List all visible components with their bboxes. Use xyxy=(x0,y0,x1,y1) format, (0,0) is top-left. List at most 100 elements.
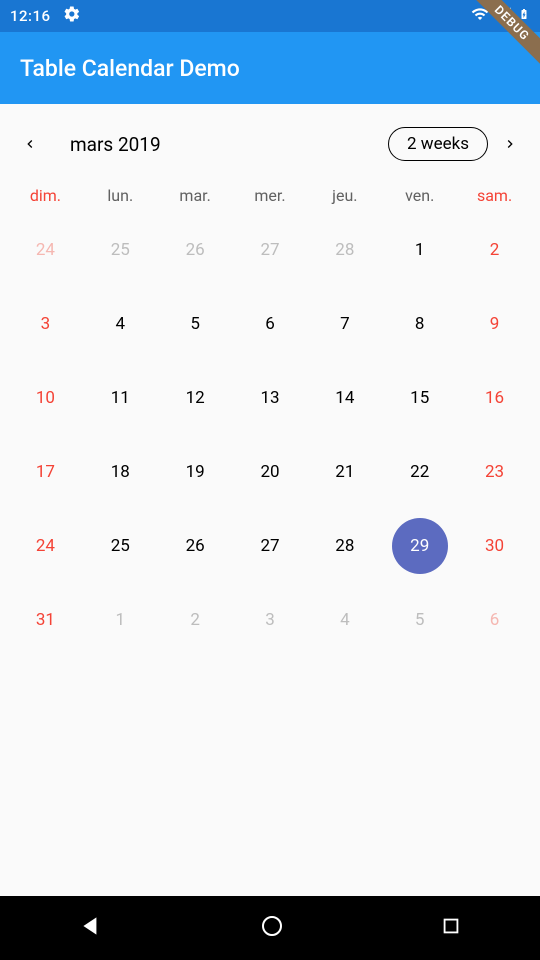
triangle-back-icon xyxy=(78,913,104,939)
chevron-left-icon xyxy=(22,136,38,152)
day-number: 26 xyxy=(186,240,205,260)
day-cell[interactable]: 5 xyxy=(158,287,233,361)
day-cell[interactable]: 13 xyxy=(233,361,308,435)
day-cell[interactable]: 11 xyxy=(83,361,158,435)
day-cell[interactable]: 16 xyxy=(457,361,532,435)
day-number: 15 xyxy=(410,388,429,408)
day-number: 2 xyxy=(190,610,200,630)
day-cell[interactable]: 6 xyxy=(457,583,532,657)
day-number: 2 xyxy=(490,240,500,260)
day-cell[interactable]: 28 xyxy=(307,509,382,583)
day-number: 12 xyxy=(186,388,205,408)
day-cell[interactable]: 3 xyxy=(8,287,83,361)
day-cell[interactable]: 4 xyxy=(83,287,158,361)
recent-apps-button[interactable] xyxy=(440,915,462,941)
day-cell[interactable]: 19 xyxy=(158,435,233,509)
day-cell[interactable]: 27 xyxy=(233,509,308,583)
day-number: 24 xyxy=(36,240,55,260)
day-cell[interactable]: 1 xyxy=(83,583,158,657)
day-number: 24 xyxy=(36,536,55,556)
day-cell[interactable]: 20 xyxy=(233,435,308,509)
day-number: 16 xyxy=(485,388,504,408)
day-cell[interactable]: 10 xyxy=(8,361,83,435)
weekday-label: dim. xyxy=(8,186,83,205)
day-number: 23 xyxy=(485,462,504,482)
day-cell[interactable]: 25 xyxy=(83,213,158,287)
weekday-label: mar. xyxy=(158,186,233,205)
square-recent-icon xyxy=(440,915,462,937)
weekday-label: jeu. xyxy=(307,186,382,205)
chevron-right-icon xyxy=(502,136,518,152)
day-number: 1 xyxy=(115,610,125,630)
day-cell[interactable]: 23 xyxy=(457,435,532,509)
day-cell[interactable]: 8 xyxy=(382,287,457,361)
day-cell[interactable]: 17 xyxy=(8,435,83,509)
day-number: 25 xyxy=(111,536,130,556)
gear-icon xyxy=(63,5,81,27)
day-number: 29 xyxy=(410,536,429,556)
day-number: 14 xyxy=(335,388,354,408)
prev-month-button[interactable] xyxy=(8,122,52,166)
day-cell[interactable]: 30 xyxy=(457,509,532,583)
day-number: 6 xyxy=(265,314,275,334)
day-cell[interactable]: 1 xyxy=(382,213,457,287)
weekday-row: dim.lun.mar.mer.jeu.ven.sam. xyxy=(0,178,540,213)
day-cell[interactable]: 7 xyxy=(307,287,382,361)
day-cell[interactable]: 28 xyxy=(307,213,382,287)
back-button[interactable] xyxy=(78,913,104,943)
day-number: 26 xyxy=(186,536,205,556)
day-number: 17 xyxy=(36,462,55,482)
day-number: 18 xyxy=(111,462,130,482)
battery-icon xyxy=(518,4,530,28)
day-number: 3 xyxy=(265,610,275,630)
day-cell[interactable]: 3 xyxy=(233,583,308,657)
next-month-button[interactable] xyxy=(488,122,532,166)
day-number: 28 xyxy=(335,536,354,556)
system-nav-bar xyxy=(0,896,540,960)
day-cell[interactable]: 14 xyxy=(307,361,382,435)
day-cell[interactable]: 29 xyxy=(382,509,457,583)
day-number: 28 xyxy=(335,240,354,260)
day-cell[interactable]: 2 xyxy=(457,213,532,287)
day-number: 11 xyxy=(111,388,130,408)
day-cell[interactable]: 27 xyxy=(233,213,308,287)
day-cell[interactable]: 5 xyxy=(382,583,457,657)
day-number: 3 xyxy=(41,314,51,334)
home-button[interactable] xyxy=(260,914,284,942)
day-cell[interactable]: 24 xyxy=(8,213,83,287)
day-cell[interactable]: 15 xyxy=(382,361,457,435)
day-number: 22 xyxy=(410,462,429,482)
app-title: Table Calendar Demo xyxy=(20,55,240,82)
month-title: mars 2019 xyxy=(70,133,161,156)
day-cell[interactable]: 24 xyxy=(8,509,83,583)
day-number: 27 xyxy=(260,536,279,556)
day-cell[interactable]: 31 xyxy=(8,583,83,657)
weekday-label: mer. xyxy=(233,186,308,205)
day-number: 10 xyxy=(36,388,55,408)
signal-icon xyxy=(496,5,512,27)
calendar-grid: 2425262728123456789101112131415161718192… xyxy=(0,213,540,657)
day-cell[interactable]: 9 xyxy=(457,287,532,361)
day-number: 4 xyxy=(340,610,350,630)
status-time: 12:16 xyxy=(10,7,51,25)
day-cell[interactable]: 12 xyxy=(158,361,233,435)
day-cell[interactable]: 26 xyxy=(158,213,233,287)
app-bar: Table Calendar Demo xyxy=(0,32,540,104)
day-cell[interactable]: 21 xyxy=(307,435,382,509)
day-number: 5 xyxy=(415,610,425,630)
day-cell[interactable]: 18 xyxy=(83,435,158,509)
day-cell[interactable]: 25 xyxy=(83,509,158,583)
day-number: 31 xyxy=(36,610,55,630)
day-cell[interactable]: 22 xyxy=(382,435,457,509)
day-cell[interactable]: 4 xyxy=(307,583,382,657)
calendar-header: mars 2019 2 weeks xyxy=(0,104,540,178)
weekday-label: lun. xyxy=(83,186,158,205)
day-cell[interactable]: 26 xyxy=(158,509,233,583)
day-number: 9 xyxy=(490,314,500,334)
day-cell[interactable]: 6 xyxy=(233,287,308,361)
day-cell[interactable]: 2 xyxy=(158,583,233,657)
day-number: 8 xyxy=(415,314,425,334)
day-number: 4 xyxy=(115,314,125,334)
day-number: 13 xyxy=(260,388,279,408)
view-toggle-button[interactable]: 2 weeks xyxy=(388,127,488,161)
